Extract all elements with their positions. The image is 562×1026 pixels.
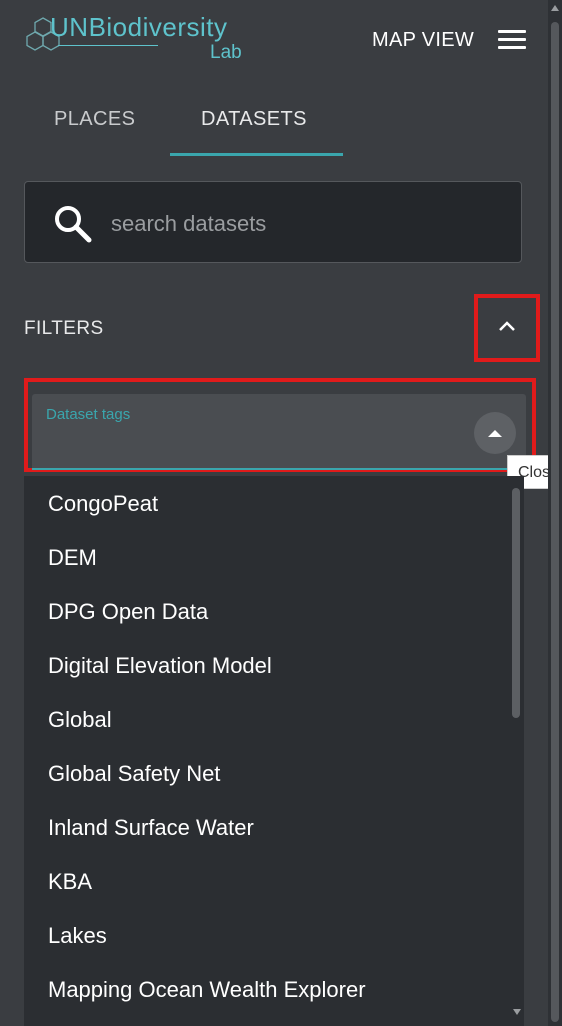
dataset-tags-label: Dataset tags <box>46 406 131 423</box>
page-scrollbar[interactable] <box>548 0 562 1026</box>
tab-datasets[interactable]: DATASETS <box>201 108 307 131</box>
close-dropdown-button[interactable] <box>474 412 516 454</box>
search-icon <box>55 206 92 243</box>
dataset-tags-dropdown: CongoPeat DEM DPG Open Data Digital Elev… <box>24 476 524 1026</box>
collapse-filters-button[interactable] <box>474 294 540 362</box>
filters-label: FILTERS <box>24 318 104 339</box>
dropdown-option[interactable]: Global Safety Net <box>48 761 220 787</box>
dropdown-option[interactable]: Global <box>48 707 112 733</box>
caret-up-icon <box>488 430 502 437</box>
search-input[interactable] <box>109 204 503 244</box>
tab-bar: PLACES DATASETS <box>24 96 524 158</box>
dropdown-option[interactable]: DEM <box>48 545 97 571</box>
dataset-tags-select[interactable]: Dataset tags <box>24 378 536 472</box>
dropdown-scrollbar[interactable] <box>510 478 522 1026</box>
page-scrollbar-thumb[interactable] <box>551 22 559 1022</box>
dropdown-option[interactable]: DPG Open Data <box>48 599 208 625</box>
map-view-button[interactable]: MAP VIEW <box>372 29 474 52</box>
menu-icon[interactable] <box>498 30 526 50</box>
logo-wordmark: UNBiodiversity <box>50 12 228 42</box>
header: UNBiodiversity Lab MAP VIEW <box>0 0 548 82</box>
dropdown-option[interactable]: Lakes <box>48 923 107 949</box>
search-box <box>24 181 522 263</box>
dropdown-option[interactable]: CongoPeat <box>48 491 158 517</box>
tab-places[interactable]: PLACES <box>54 108 135 131</box>
scroll-down-arrow-icon[interactable] <box>512 1008 522 1016</box>
chevron-up-icon <box>499 321 515 331</box>
dropdown-option[interactable]: Digital Elevation Model <box>48 653 272 679</box>
logo-divider <box>58 45 158 46</box>
dropdown-option[interactable]: Inland Surface Water <box>48 815 254 841</box>
active-tab-indicator <box>170 153 343 156</box>
dropdown-scrollbar-thumb[interactable] <box>512 488 520 718</box>
unbiodiversity-lab-logo[interactable]: UNBiodiversity Lab <box>26 12 256 66</box>
logo-lab-text: Lab <box>210 42 242 63</box>
dataset-tags-field[interactable]: Dataset tags <box>32 394 526 470</box>
dropdown-option[interactable]: Mapping Ocean Wealth Explorer <box>48 977 366 1003</box>
scroll-up-arrow-icon[interactable] <box>550 4 560 12</box>
dropdown-option[interactable]: KBA <box>48 869 92 895</box>
